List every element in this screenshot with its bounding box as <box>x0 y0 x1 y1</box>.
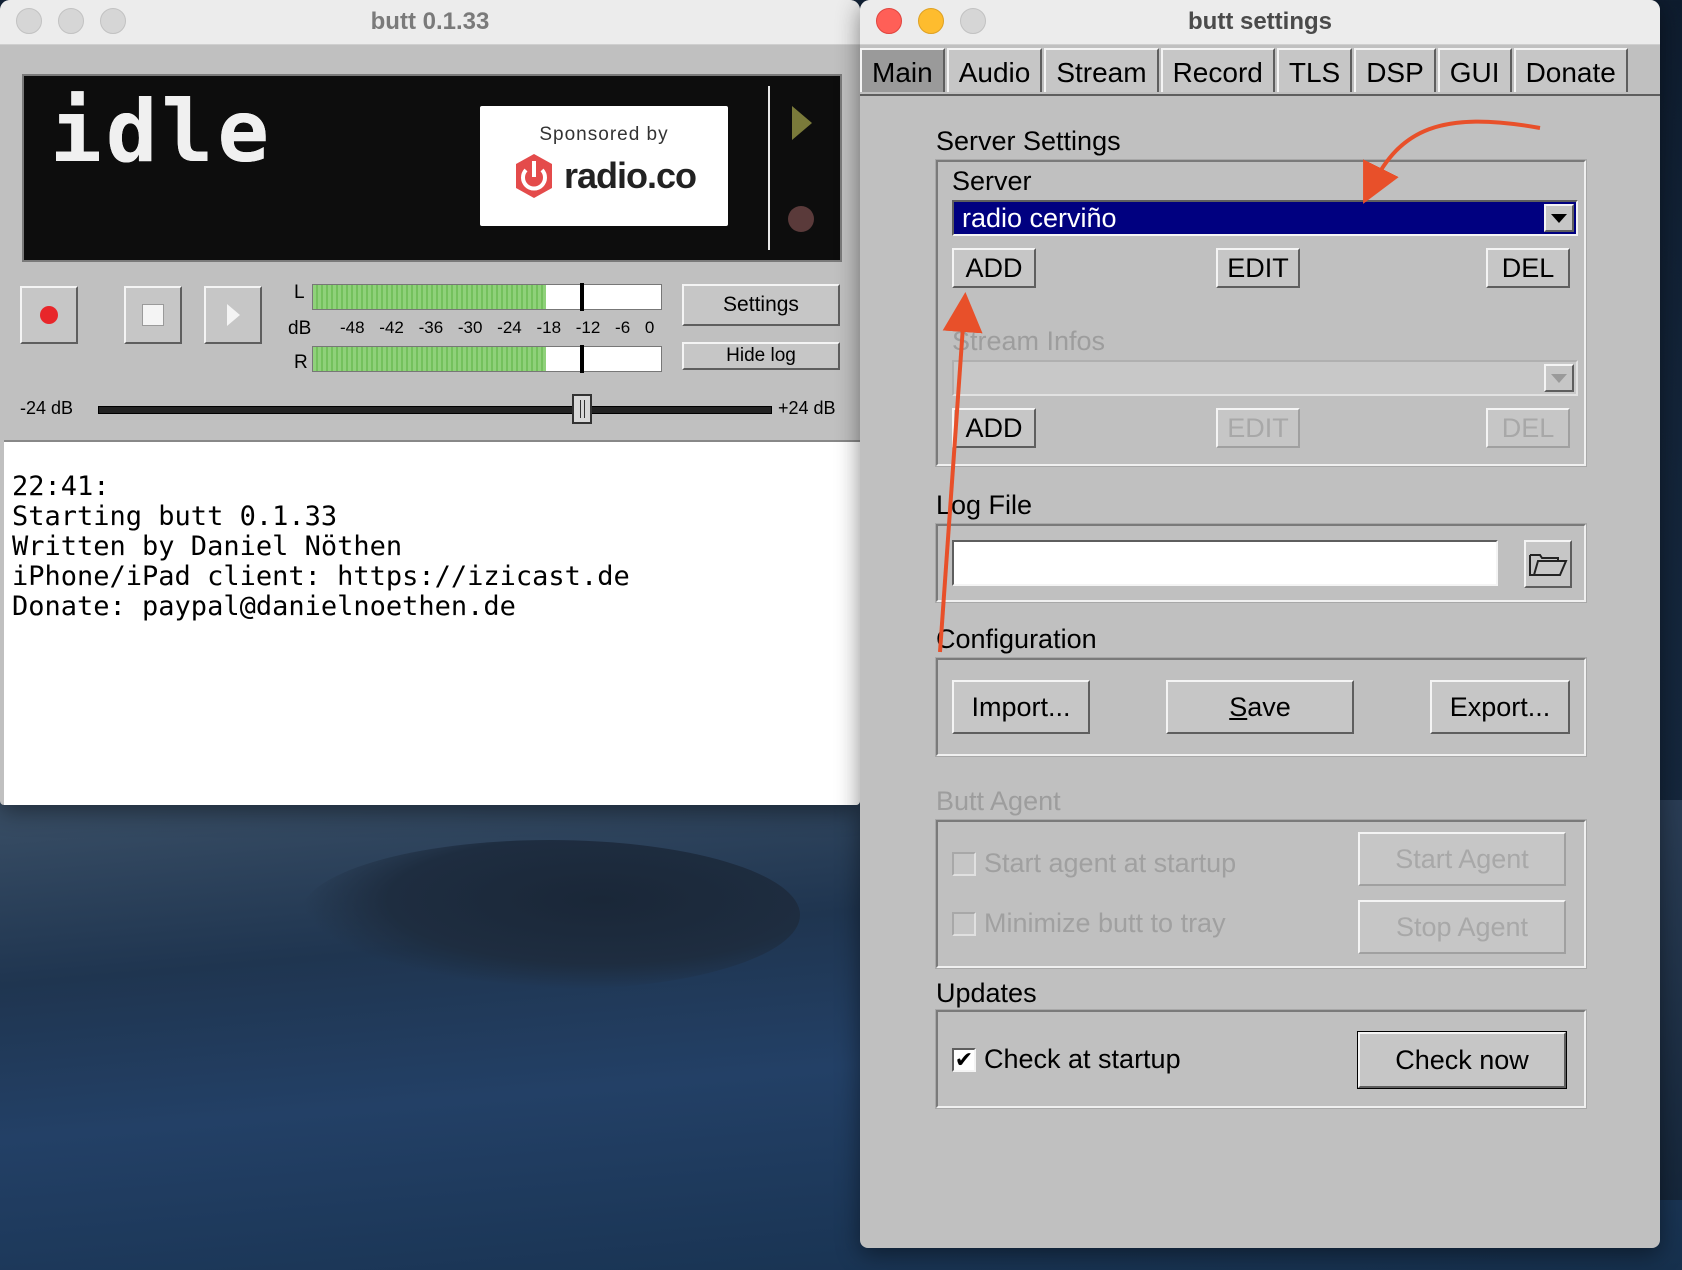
tab-gui[interactable]: GUI <box>1437 48 1512 92</box>
settings-button[interactable]: Settings <box>682 284 840 326</box>
export-button[interactable]: Export... <box>1430 680 1570 734</box>
record-indicator-icon <box>788 206 814 232</box>
check-at-startup-label: Check at startup <box>984 1044 1181 1074</box>
server-dropdown-toggle[interactable] <box>1544 204 1574 232</box>
server-value: radio cerviño <box>962 203 1117 233</box>
record-button[interactable] <box>20 286 78 344</box>
stop-icon <box>142 304 164 326</box>
server-label: Server <box>952 166 1032 196</box>
checkmark-icon: ✔ <box>954 1047 974 1072</box>
gain-slider-handle[interactable] <box>572 394 592 424</box>
butt-agent-label: Butt Agent <box>936 786 1061 816</box>
save-label-mnemonic: S <box>1229 691 1248 722</box>
settings-window: butt settings Main Audio Stream Record T… <box>860 0 1660 1248</box>
log-file-input[interactable] <box>952 540 1498 586</box>
minimize-to-tray-checkbox <box>952 912 976 936</box>
meter-db-label: dB <box>288 318 312 339</box>
folder-open-icon <box>1529 554 1568 576</box>
zoom-button[interactable] <box>100 8 126 34</box>
record-icon <box>40 306 58 324</box>
meter-right-label: R <box>294 352 308 373</box>
check-now-button[interactable]: Check now <box>1357 1031 1567 1089</box>
stream-infos-label: Stream Infos <box>952 326 1106 356</box>
stream-infos-dropdown <box>952 360 1578 396</box>
server-settings-label: Server Settings <box>936 126 1121 156</box>
wallpaper-rocks <box>300 840 800 990</box>
save-label-rest: ave <box>1247 691 1291 722</box>
start-agent-at-startup-checkbox <box>952 852 976 876</box>
server-dropdown[interactable]: radio cerviño <box>952 200 1578 236</box>
stream-infos-edit-button: EDIT <box>1216 408 1300 448</box>
lcd-separator <box>768 86 770 250</box>
window-controls <box>16 8 126 34</box>
vu-meter-left <box>312 283 662 311</box>
gain-slider-track[interactable] <box>98 406 772 414</box>
main-titlebar[interactable]: butt 0.1.33 <box>0 0 860 45</box>
settings-tabs: Main Audio Stream Record TLS DSP GUI Don… <box>860 48 1628 94</box>
status-display: idle <box>50 82 274 182</box>
start-agent-at-startup-label: Start agent at startup <box>984 848 1237 878</box>
meter-left-peak <box>580 283 584 311</box>
meter-right-peak <box>580 345 584 373</box>
settings-window-controls <box>876 8 986 34</box>
tab-record[interactable]: Record <box>1160 48 1275 92</box>
main-window-title: butt 0.1.33 <box>370 8 490 35</box>
chevron-down-icon <box>1551 373 1567 383</box>
play-icon <box>226 304 240 326</box>
sponsor-name: radio.co <box>563 155 697 196</box>
play-button[interactable] <box>204 286 262 344</box>
start-agent-button: Start Agent <box>1358 832 1566 886</box>
server-edit-button[interactable]: EDIT <box>1216 248 1300 288</box>
meter-left-label: L <box>294 282 305 303</box>
info-arrow-icon[interactable] <box>792 106 812 140</box>
meter-db-scale: -48 -42 -36 -30 -24 -18 -12 -6 0 <box>340 318 655 337</box>
stream-infos-del-button: DEL <box>1486 408 1570 448</box>
power-icon <box>515 154 552 198</box>
stream-infos-add-button[interactable]: ADD <box>952 408 1036 448</box>
sponsor-logo: radio.co <box>480 152 728 200</box>
lcd-display: idle Sponsored by radio.co <box>22 74 842 262</box>
stop-agent-button: Stop Agent <box>1358 900 1566 954</box>
server-add-button[interactable]: ADD <box>952 248 1036 288</box>
tab-stream[interactable]: Stream <box>1044 48 1159 92</box>
minimize-button[interactable] <box>58 8 84 34</box>
updates-label: Updates <box>936 978 1037 1008</box>
log-text: 22:41: Starting butt 0.1.33 Written by D… <box>12 471 630 622</box>
meter-right-fill <box>313 347 547 371</box>
hide-log-button[interactable]: Hide log <box>682 342 840 370</box>
meter-left-fill <box>313 285 547 309</box>
tab-main[interactable]: Main <box>860 48 945 92</box>
save-button[interactable]: Save <box>1166 680 1354 734</box>
check-at-startup-checkbox[interactable]: ✔ <box>952 1048 976 1072</box>
tab-dsp[interactable]: DSP <box>1354 48 1436 92</box>
sponsor-banner[interactable]: Sponsored by radio.co <box>480 106 728 226</box>
stream-infos-dropdown-toggle <box>1544 364 1574 392</box>
server-del-button[interactable]: DEL <box>1486 248 1570 288</box>
vu-meter-right <box>312 345 662 373</box>
settings-zoom-button[interactable] <box>960 8 986 34</box>
tab-audio[interactable]: Audio <box>946 48 1043 92</box>
settings-titlebar[interactable]: butt settings <box>860 0 1660 45</box>
log-pane[interactable]: 22:41: Starting butt 0.1.33 Written by D… <box>4 440 860 805</box>
stop-button[interactable] <box>124 286 182 344</box>
sponsor-caption: Sponsored by <box>539 124 669 145</box>
settings-window-title: butt settings <box>1188 8 1332 35</box>
minimize-to-tray-label: Minimize butt to tray <box>984 908 1226 938</box>
settings-minimize-button[interactable] <box>918 8 944 34</box>
browse-log-button[interactable] <box>1524 540 1572 588</box>
gain-min-label: -24 dB <box>20 398 74 418</box>
close-button[interactable] <box>16 8 42 34</box>
gain-max-label: +24 dB <box>778 398 836 418</box>
chevron-down-icon <box>1551 213 1567 223</box>
main-window: butt 0.1.33 idle Sponsored by radio.co L <box>0 0 860 805</box>
tab-divider <box>860 94 1660 96</box>
tab-donate[interactable]: Donate <box>1513 48 1628 92</box>
settings-close-button[interactable] <box>876 8 902 34</box>
tab-tls[interactable]: TLS <box>1276 48 1353 92</box>
log-file-label: Log File <box>936 490 1033 520</box>
configuration-label: Configuration <box>936 624 1097 654</box>
import-button[interactable]: Import... <box>952 680 1090 734</box>
